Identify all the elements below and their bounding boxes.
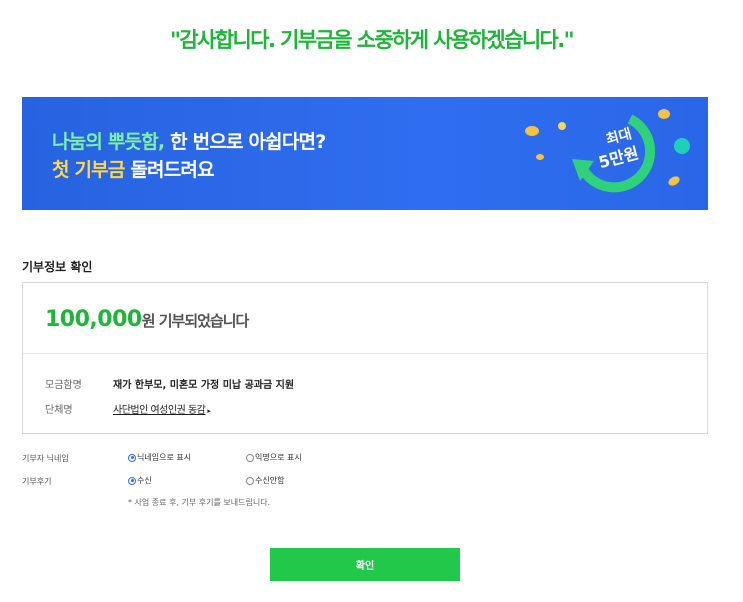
caret-right-icon: ▸ [207, 407, 211, 415]
radio-unselected-icon[interactable] [246, 476, 254, 485]
radio-anonymous[interactable]: 익명으로 표시 [246, 452, 302, 463]
organization-name: 사단법인 여성인권 동감 [113, 405, 206, 416]
banner-line-1-text: 한 번으로 아쉽다면? [164, 131, 326, 153]
radio-show-nickname[interactable]: 닉네임으로 표시 [128, 452, 191, 463]
fundraiser-value: 재가 한부모, 미혼모 가정 미납 공과금 지원 [113, 380, 295, 391]
banner-line-1-highlight: 나눔의 뿌듯함, [52, 131, 165, 153]
coin-badge-illustration: 최대 5만원 [525, 109, 690, 193]
coin-icon [558, 122, 566, 130]
banner-line-2-text: 돌려드려요 [124, 159, 214, 181]
radio-unselected-icon[interactable] [246, 453, 254, 462]
donation-info-section-title: 기부정보 확인 [22, 260, 93, 274]
banner-line-2-highlight: 첫 기부금 [52, 159, 125, 181]
organization-link[interactable]: 사단법인 여성인권 동감 ▸ [113, 401, 211, 416]
info-divider [23, 353, 707, 354]
first-donation-refund-banner[interactable]: 나눔의 뿌듯함, 한 번으로 아쉽다면? 첫 기부금 돌려드려요 최대 5만원 [22, 97, 708, 210]
banner-line-2: 첫 기부금 돌려드려요 [52, 155, 215, 182]
confirm-button[interactable]: 확인 [270, 548, 460, 581]
radio-anonymous-label: 익명으로 표시 [255, 453, 302, 462]
review-note: * 사업 종료 후, 기부 후기를 보내드립니다. [128, 498, 271, 507]
organization-label: 단체명 [45, 405, 73, 416]
radio-receive-review[interactable]: 수신 [128, 475, 152, 486]
radio-decline-review[interactable]: 수신안함 [246, 475, 284, 486]
coin-icon [658, 109, 670, 119]
radio-selected-icon[interactable] [128, 476, 136, 485]
radio-receive-review-label: 수신 [137, 476, 152, 485]
nickname-option-label: 기부자 닉네임 [22, 454, 69, 463]
donation-amount: 100,000 [45, 307, 142, 332]
radio-selected-icon[interactable] [128, 453, 136, 462]
donation-info-box: 100,000원 기부되었습니다 모금함명 재가 한부모, 미혼모 가정 미납 … [22, 282, 708, 434]
review-option-label: 기부후기 [22, 477, 52, 486]
donation-amount-suffix: 원 기부되었습니다 [141, 312, 250, 330]
radio-show-nickname-label: 닉네임으로 표시 [137, 453, 192, 462]
coin-icon [536, 154, 544, 160]
donation-amount-row: 100,000원 기부되었습니다 [45, 307, 250, 332]
coin-icon [525, 126, 539, 136]
banner-line-1: 나눔의 뿌듯함, 한 번으로 아쉽다면? [52, 127, 326, 154]
coin-icon [674, 138, 690, 154]
coin-icon [668, 176, 680, 186]
radio-decline-review-label: 수신안함 [255, 476, 285, 485]
thank-you-headline: "감사합니다. 기부금을 소중하게 사용하겠습니다." [170, 28, 575, 52]
badge-text-bottom: 5만원 [597, 143, 641, 172]
fundraiser-label: 모금함명 [45, 380, 82, 391]
